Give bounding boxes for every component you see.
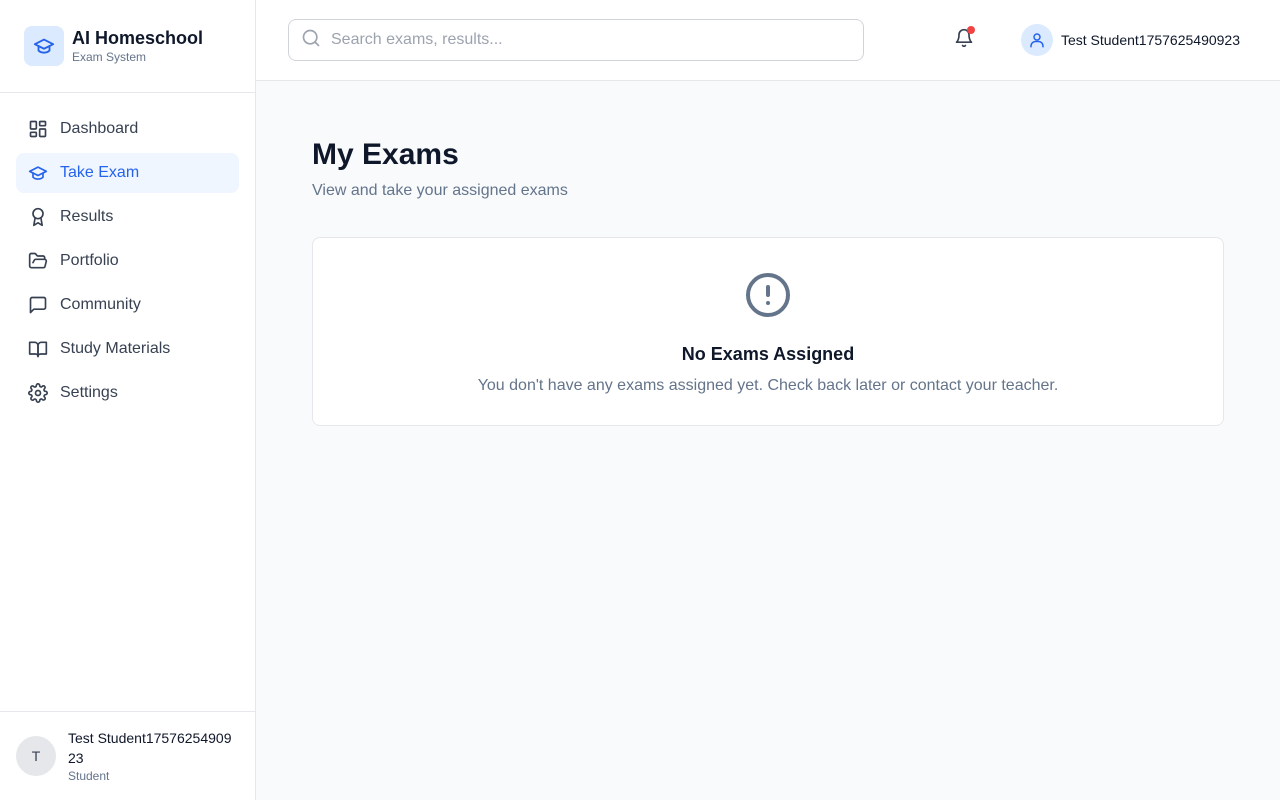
- page-subtitle: View and take your assigned exams: [312, 182, 568, 199]
- sidebar-item-label: Results: [60, 208, 114, 225]
- page-title: My Exams: [312, 138, 459, 171]
- sidebar-item-label: Take Exam: [60, 164, 140, 181]
- graduation-cap-logo-icon: [24, 26, 64, 66]
- sidebar-nav: Dashboard Take Exam Results Portfolio Co…: [0, 93, 255, 413]
- alert-circle-icon: [744, 271, 792, 324]
- book-open-icon: [28, 339, 48, 359]
- message-square-icon: [28, 295, 48, 315]
- search-icon: [301, 28, 321, 53]
- sidebar-item-dashboard[interactable]: Dashboard: [16, 109, 239, 149]
- empty-state-title: No Exams Assigned: [681, 344, 855, 364]
- notifications-button[interactable]: [952, 26, 976, 52]
- header-user-name: Test Student1757625490923: [1060, 32, 1240, 48]
- award-icon: [28, 207, 48, 227]
- sidebar-user-profile[interactable]: T Test Student1757625490923 Student: [0, 711, 255, 800]
- search-box: [288, 19, 864, 61]
- user-icon: [1020, 24, 1053, 56]
- empty-state-card: No Exams Assigned You don't have any exa…: [312, 237, 1224, 426]
- sidebar-item-label: Community: [60, 296, 141, 313]
- brand: AI Homeschool Exam System: [0, 0, 255, 93]
- sidebar-item-settings[interactable]: Settings: [16, 373, 239, 413]
- sidebar-item-take-exam[interactable]: Take Exam: [16, 153, 239, 193]
- sidebar-user-role: Student: [68, 769, 110, 783]
- sidebar-item-label: Study Materials: [60, 340, 171, 357]
- sidebar-item-label: Portfolio: [60, 252, 119, 269]
- empty-state-message: You don't have any exams assigned yet. C…: [477, 377, 1059, 394]
- search-input[interactable]: [331, 31, 831, 49]
- sidebar-item-study-materials[interactable]: Study Materials: [16, 329, 239, 369]
- graduation-cap-icon: [28, 163, 48, 183]
- brand-title: AI Homeschool: [72, 28, 204, 48]
- dashboard-icon: [28, 119, 48, 139]
- top-bar: Test Student1757625490923: [256, 0, 1280, 81]
- avatar: T: [16, 736, 56, 776]
- user-menu[interactable]: Test Student1757625490923: [1020, 24, 1240, 56]
- sidebar-user-name: Test Student1757625490923: [68, 730, 232, 766]
- sidebar-item-community[interactable]: Community: [16, 285, 239, 325]
- sidebar: AI Homeschool Exam System Dashboard Take…: [0, 0, 256, 800]
- sidebar-item-results[interactable]: Results: [16, 197, 239, 237]
- folder-open-icon: [28, 251, 48, 271]
- gear-icon: [28, 383, 48, 403]
- sidebar-item-label: Settings: [60, 384, 118, 401]
- main-content: My Exams View and take your assigned exa…: [312, 137, 1224, 426]
- brand-subtitle: Exam System: [72, 50, 147, 64]
- sidebar-item-label: Dashboard: [60, 120, 139, 137]
- sidebar-item-portfolio[interactable]: Portfolio: [16, 241, 239, 281]
- notification-dot: [967, 26, 975, 34]
